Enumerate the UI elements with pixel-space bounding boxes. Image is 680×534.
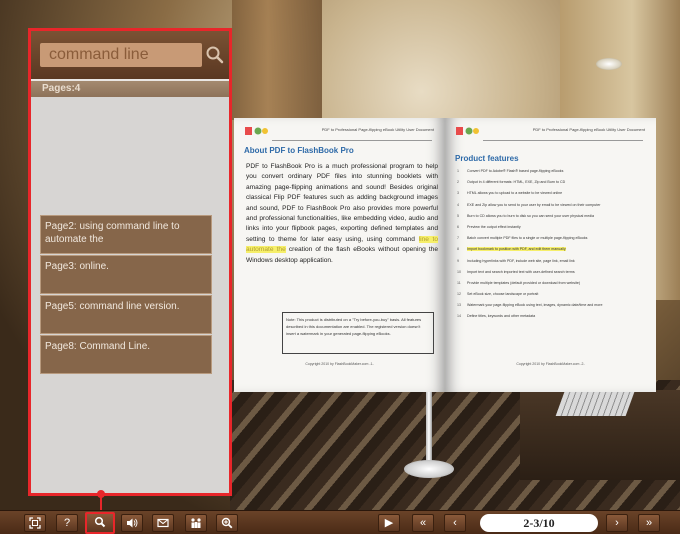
search-input[interactable] — [40, 43, 202, 67]
page-title: Product features — [455, 154, 519, 163]
people-icon — [191, 518, 201, 528]
right-page[interactable]: PDF to Professional Page-flipping eBook … — [445, 118, 656, 392]
search-bar — [31, 31, 229, 79]
feature-item: 3 HTML allows you to upload to a website … — [457, 191, 563, 196]
results-list: Page2: using command line to automate th… — [40, 215, 212, 375]
search-result-item[interactable]: Page5: command line version. — [40, 295, 212, 334]
feature-item: 7 Batch convert multiple PDF files to a s… — [457, 236, 588, 241]
first-page-button[interactable]: « — [412, 514, 434, 532]
search-icon — [94, 516, 106, 528]
speaker-icon — [127, 518, 138, 528]
autoplay-button[interactable]: ▶ — [378, 514, 400, 532]
feature-item: 5 Burn to CD allows you to burn to disk s… — [457, 213, 595, 218]
feature-item: 4 EXE and Zip allow you to send to your u… — [457, 202, 601, 207]
last-page-button[interactable]: » — [638, 514, 660, 532]
feature-item: 12 Set eBook size, choose landscape or po… — [457, 292, 539, 297]
highlight-connector-dot — [97, 490, 105, 498]
search-result-item[interactable]: Page3: online. — [40, 255, 212, 294]
share-button[interactable] — [185, 514, 207, 532]
email-button[interactable] — [152, 514, 174, 532]
email-icon — [157, 518, 169, 528]
feature-item: 13 Watermark your page-flipping eBook usi… — [457, 303, 603, 308]
feature-item: 11 Provide multiple templates (default pr… — [457, 280, 581, 285]
pages-count: Pages:4 — [31, 81, 229, 97]
help-button[interactable]: ? — [56, 514, 78, 532]
lamp-stem — [426, 388, 432, 468]
search-button[interactable] — [85, 512, 115, 534]
page-footer: Copyright 2010 by FlashBookMaker.com -2- — [516, 362, 585, 366]
double-right-icon: » — [645, 517, 653, 529]
zoom-in-icon — [221, 517, 233, 529]
sound-button[interactable] — [121, 514, 143, 532]
feature-item: 6 Preview the output effect instantly — [457, 224, 521, 229]
search-icon[interactable] — [205, 45, 225, 65]
chevron-left-icon: ‹ — [453, 517, 457, 529]
page-footer: Copyright 2010 by FlashBookMaker.com -1- — [305, 362, 374, 366]
logo-icon — [245, 127, 268, 135]
search-result-item[interactable]: Page8: Command Line. — [40, 335, 212, 374]
body-text-before: PDF to FlashBook Pro is a much professio… — [246, 163, 438, 243]
feature-item: 1 Convert PDF to Adobe® Flash® based page… — [457, 169, 564, 173]
page-title: About PDF to FlashBook Pro — [244, 146, 354, 155]
feature-item: 10 Import text and search imported text w… — [457, 269, 575, 274]
next-page-button[interactable]: › — [606, 514, 628, 532]
background-keyboard — [555, 392, 635, 416]
previous-page-button[interactable]: ‹ — [444, 514, 466, 532]
page-body-text: PDF to FlashBook Pro is a much professio… — [246, 162, 438, 266]
page-indicator[interactable]: 2-3/10 — [480, 514, 598, 532]
search-result-item[interactable]: Page2: using command line to automate th… — [40, 215, 212, 254]
page-header: PDF to Professional Page-flipping eBook … — [532, 127, 645, 132]
bottom-toolbar: ? ▶ « ‹ 2-3/10 › » — [0, 510, 680, 534]
zoom-in-button[interactable] — [216, 514, 238, 532]
page-header: PDF to Professional Page-flipping eBook … — [321, 127, 434, 132]
background-curtain — [232, 0, 322, 120]
fullscreen-icon — [29, 517, 41, 529]
note-box: Note: This product is distributed on a "… — [282, 312, 434, 354]
ceiling-light — [596, 58, 622, 70]
left-page[interactable]: PDF to Professional Page-flipping eBook … — [234, 118, 445, 392]
logo-icon — [456, 127, 479, 135]
feature-item-highlighted: 8 Import bookmark to position with PDF, a… — [457, 247, 566, 252]
double-left-icon: « — [419, 517, 427, 529]
fullscreen-button[interactable] — [24, 514, 46, 532]
feature-item: 2 Output in 4 different formats: HTML, EX… — [457, 180, 566, 185]
feature-item: 9 Including hyperlinks with PDF, include … — [457, 258, 575, 263]
play-icon: ▶ — [384, 517, 394, 529]
chevron-right-icon: › — [615, 517, 619, 529]
header-rule — [272, 140, 432, 141]
lamp-base — [404, 460, 454, 478]
help-icon: ? — [63, 517, 71, 529]
search-panel: Pages:4 Page2: using command line to aut… — [28, 28, 232, 496]
feature-list: 1 Convert PDF to Adobe® Flash® based page… — [457, 168, 651, 325]
feature-item: 14 Define titles, keywords and other meta… — [457, 314, 536, 319]
header-rule — [483, 140, 643, 141]
flipbook: PDF to Professional Page-flipping eBook … — [234, 118, 656, 392]
